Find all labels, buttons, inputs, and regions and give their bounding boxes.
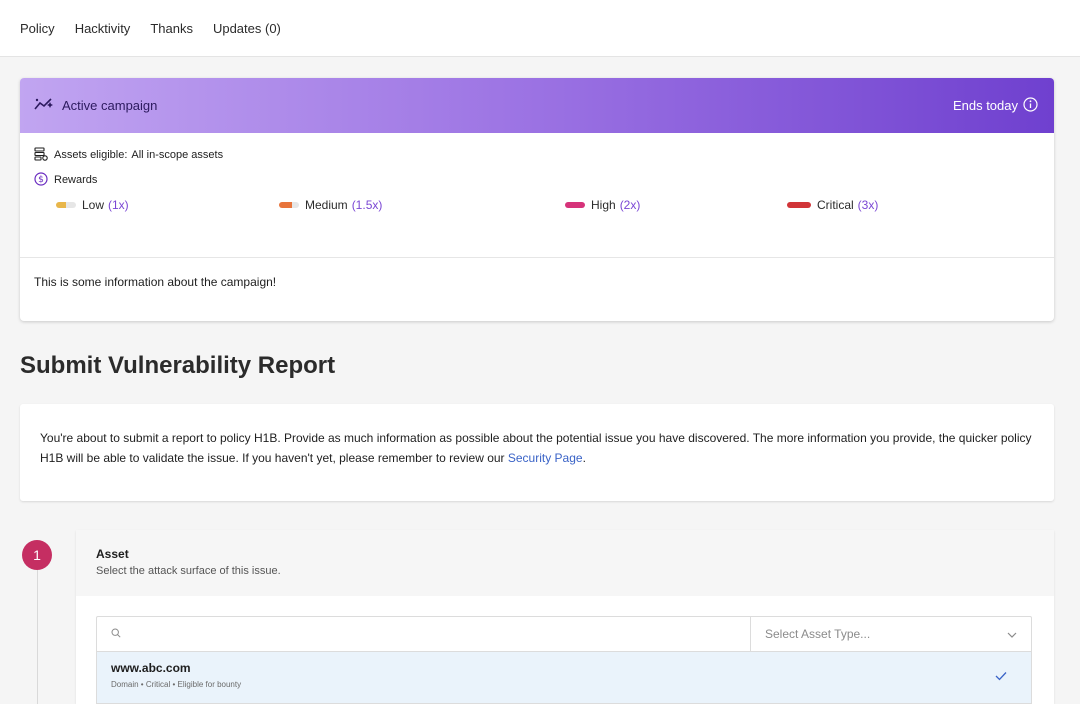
- step-connector: [37, 555, 38, 704]
- top-nav: Policy Hacktivity Thanks Updates (0): [0, 0, 1080, 57]
- asset-option-meta: Domain • Critical • Eligible for bounty: [111, 680, 242, 689]
- tier-critical: Critical (3x): [787, 198, 878, 212]
- nav-policy[interactable]: Policy: [20, 21, 55, 36]
- trend-icon: [34, 97, 62, 114]
- tier-critical-name: Critical: [817, 198, 854, 212]
- nav-thanks[interactable]: Thanks: [150, 21, 193, 36]
- asset-type-placeholder: Select Asset Type...: [765, 627, 871, 641]
- asset-search-bar: Select Asset Type...: [96, 616, 1032, 652]
- page-title: Submit Vulnerability Report: [20, 352, 336, 379]
- tier-medium-pill: [279, 202, 299, 208]
- assets-eligible-value: All in-scope assets: [131, 149, 224, 161]
- intro-end: .: [582, 451, 586, 465]
- search-field-wrap: [97, 617, 750, 651]
- tier-critical-mult: (3x): [857, 198, 879, 212]
- tier-low-name: Low: [82, 198, 105, 212]
- tier-high-pill: [565, 202, 585, 208]
- tier-high: High (2x): [565, 198, 640, 212]
- tier-low: Low (1x): [56, 198, 129, 212]
- tier-critical-pill: [787, 202, 811, 208]
- campaign-info: This is some information about the campa…: [20, 257, 1054, 306]
- intro-card: You're about to submit a report to polic…: [20, 404, 1054, 501]
- assets-eligible-row: Assets eligible: All in-scope assets: [34, 146, 1040, 164]
- asset-option-name: www.abc.com: [111, 661, 191, 675]
- dollar-icon: $: [34, 171, 54, 189]
- tier-high-name: High: [591, 198, 616, 212]
- tier-medium-name: Medium: [305, 198, 348, 212]
- asset-title: Asset: [96, 547, 129, 561]
- asset-stack-icon: [34, 146, 54, 164]
- ends-text: Ends today: [952, 98, 1018, 113]
- asset-subtitle: Select the attack surface of this issue.: [96, 565, 281, 577]
- step-number-badge: 1: [22, 540, 52, 570]
- campaign-ends: Ends today: [952, 96, 1038, 115]
- asset-header: Asset Select the attack surface of this …: [76, 530, 1054, 596]
- campaign-header: Active campaign Ends today: [20, 78, 1054, 133]
- nav-hacktivity[interactable]: Hacktivity: [75, 21, 131, 36]
- tier-medium-mult: (1.5x): [351, 198, 383, 212]
- campaign-title-text: Active campaign: [62, 98, 158, 113]
- svg-text:$: $: [38, 175, 44, 185]
- rewards-row: $ Rewards: [34, 171, 1040, 189]
- campaign-body: Assets eligible: All in-scope assets $ R…: [20, 133, 1054, 224]
- asset-section: Asset Select the attack surface of this …: [76, 530, 1054, 704]
- asset-search-input[interactable]: [129, 627, 729, 641]
- chevron-down-icon: [1007, 627, 1017, 641]
- nav-updates[interactable]: Updates (0): [213, 21, 281, 36]
- rewards-label: Rewards: [54, 174, 98, 186]
- assets-eligible-label: Assets eligible:: [54, 149, 128, 161]
- info-icon[interactable]: [1018, 96, 1038, 115]
- check-icon: [995, 668, 1007, 686]
- search-icon: [111, 625, 121, 643]
- reward-tiers: Low (1x) Medium (1.5x) High (2x) Critica…: [34, 198, 1040, 224]
- tier-low-pill: [56, 202, 76, 208]
- asset-option-selected[interactable]: www.abc.com Domain • Critical • Eligible…: [96, 652, 1032, 704]
- tier-high-mult: (2x): [619, 198, 641, 212]
- campaign-card: Active campaign Ends today Assets eligib…: [20, 78, 1054, 321]
- campaign-title: Active campaign: [34, 97, 157, 114]
- tier-medium: Medium (1.5x): [279, 198, 382, 212]
- security-page-link[interactable]: Security Page: [508, 451, 583, 465]
- tier-low-mult: (1x): [108, 198, 129, 212]
- asset-type-select[interactable]: Select Asset Type...: [750, 617, 1031, 651]
